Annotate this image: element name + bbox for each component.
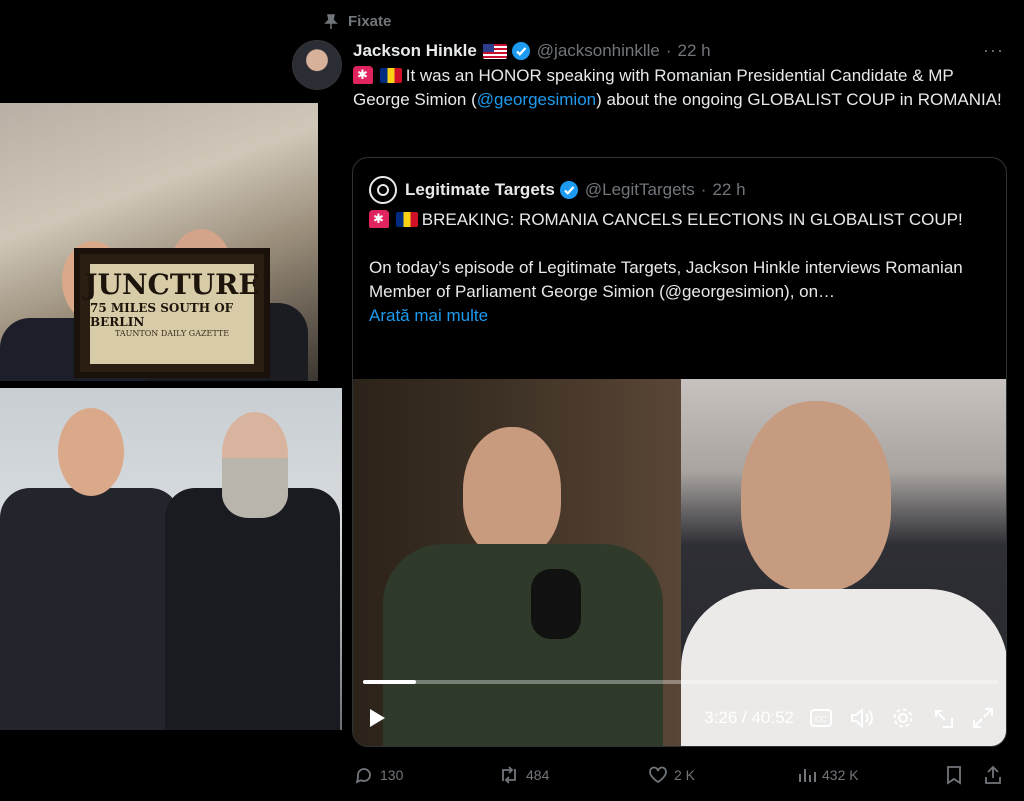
play-icon bbox=[370, 709, 385, 727]
play-button[interactable] bbox=[367, 707, 387, 729]
quote-text: BREAKING: ROMANIA CANCELS ELECTIONS IN G… bbox=[369, 208, 994, 328]
quote-author-name[interactable]: Legitimate Targets bbox=[405, 180, 555, 200]
heart-icon bbox=[649, 766, 667, 784]
tweet-actions: 130 484 2 K 432 K bbox=[352, 763, 1007, 787]
view-count: 432 K bbox=[822, 767, 859, 783]
romania-flag-icon bbox=[395, 212, 418, 227]
captions-icon[interactable]: CC bbox=[810, 709, 832, 727]
video-progress-fill bbox=[363, 680, 417, 684]
fullscreen-icon[interactable] bbox=[972, 707, 994, 729]
quoted-tweet[interactable]: Legitimate Targets @LegitTargets · 22 h … bbox=[352, 157, 1007, 747]
microphone bbox=[531, 569, 581, 639]
views-icon bbox=[799, 769, 816, 782]
author-name[interactable]: Jackson Hinkle bbox=[353, 41, 477, 61]
video-player[interactable]: 3:26 / 40:52 CC bbox=[353, 379, 1006, 746]
more-options-icon[interactable]: ··· bbox=[983, 40, 1004, 61]
share-icon bbox=[985, 765, 1001, 784]
tweet-text: It was an HONOR speaking with Romanian P… bbox=[353, 64, 1003, 112]
verified-badge-icon[interactable] bbox=[559, 180, 579, 200]
photo-lavrov[interactable]: JUNCTURE 75 MILES SOUTH OF BERLIN TAUNTO… bbox=[0, 103, 318, 381]
person-suit bbox=[165, 488, 340, 730]
reply-button[interactable]: 130 bbox=[354, 765, 403, 785]
tweet-header: Jackson Hinkle @jacksonhinklle · 22 h bbox=[353, 39, 1004, 63]
pin-icon bbox=[324, 13, 338, 29]
person-face bbox=[58, 408, 124, 496]
newspaper-masthead: TAUNTON DAILY GAZETTE bbox=[114, 329, 230, 338]
beard bbox=[222, 458, 288, 518]
like-count: 2 K bbox=[674, 767, 696, 783]
repost-button[interactable]: 484 bbox=[498, 765, 549, 785]
video-time: 3:26 / 40:52 bbox=[704, 708, 794, 727]
settings-icon[interactable] bbox=[892, 707, 914, 729]
tweet-text-part2: ) about the ongoing GLOBALIST COUP in RO… bbox=[596, 90, 1002, 109]
newspaper-subheadline: 75 MILES SOUTH OF BERLIN bbox=[90, 301, 234, 329]
quote-author-handle[interactable]: @LegitTargets bbox=[585, 180, 695, 200]
share-button[interactable] bbox=[984, 765, 1002, 785]
newspaper-headline: JUNCTURE bbox=[84, 268, 260, 301]
bookmark-icon bbox=[947, 766, 961, 785]
video-progress-bar[interactable] bbox=[363, 680, 998, 684]
romania-flag-icon bbox=[379, 68, 402, 83]
photo-collage: JUNCTURE 75 MILES SOUTH OF BERLIN TAUNTO… bbox=[0, 0, 348, 801]
bookmark-button[interactable] bbox=[946, 765, 962, 785]
separator-dot: · bbox=[700, 180, 707, 199]
repost-icon bbox=[502, 766, 516, 784]
separator-dot: · bbox=[665, 41, 672, 60]
author-avatar[interactable] bbox=[292, 40, 342, 90]
author-handle[interactable]: @jacksonhinklle bbox=[537, 41, 660, 61]
like-button[interactable]: 2 K bbox=[648, 765, 695, 785]
video-total-time: 40:52 bbox=[751, 708, 794, 727]
quote-time[interactable]: 22 h bbox=[712, 180, 745, 200]
show-more-link[interactable]: Arată mai multe bbox=[369, 304, 994, 328]
pinned-label: Fixate bbox=[348, 13, 392, 30]
reply-count: 130 bbox=[380, 767, 404, 783]
verified-badge-icon[interactable] bbox=[511, 41, 531, 61]
mention-link[interactable]: @georgesimion bbox=[477, 90, 596, 109]
us-flag-icon bbox=[482, 43, 507, 59]
volume-icon[interactable] bbox=[850, 707, 874, 729]
siren-emoji-icon bbox=[353, 66, 373, 84]
tweet-time[interactable]: 22 h bbox=[678, 41, 711, 61]
video-controls: 3:26 / 40:52 CC bbox=[353, 688, 1006, 746]
quote-body: On today’s episode of Legitimate Targets… bbox=[369, 258, 963, 301]
target-logo-icon[interactable] bbox=[369, 176, 397, 204]
views-button[interactable]: 432 K bbox=[798, 766, 859, 784]
pinned-indicator: Fixate bbox=[324, 13, 391, 30]
repost-count: 484 bbox=[526, 767, 550, 783]
person-suit bbox=[0, 488, 180, 730]
quote-headline: BREAKING: ROMANIA CANCELS ELECTIONS IN G… bbox=[421, 210, 963, 229]
reply-icon bbox=[355, 768, 371, 784]
picture-in-picture-icon[interactable] bbox=[932, 707, 954, 729]
newspaper: JUNCTURE 75 MILES SOUTH OF BERLIN TAUNTO… bbox=[84, 264, 260, 364]
person-face bbox=[741, 401, 891, 591]
newspaper-frame: JUNCTURE 75 MILES SOUTH OF BERLIN TAUNTO… bbox=[74, 248, 270, 378]
video-current-time: 3:26 bbox=[704, 708, 738, 727]
quote-header: Legitimate Targets @LegitTargets · 22 h bbox=[369, 176, 746, 204]
photo-dugin[interactable] bbox=[0, 388, 342, 730]
siren-emoji-icon bbox=[369, 210, 389, 228]
person-face bbox=[463, 427, 561, 557]
svg-text:CC: CC bbox=[815, 715, 827, 724]
